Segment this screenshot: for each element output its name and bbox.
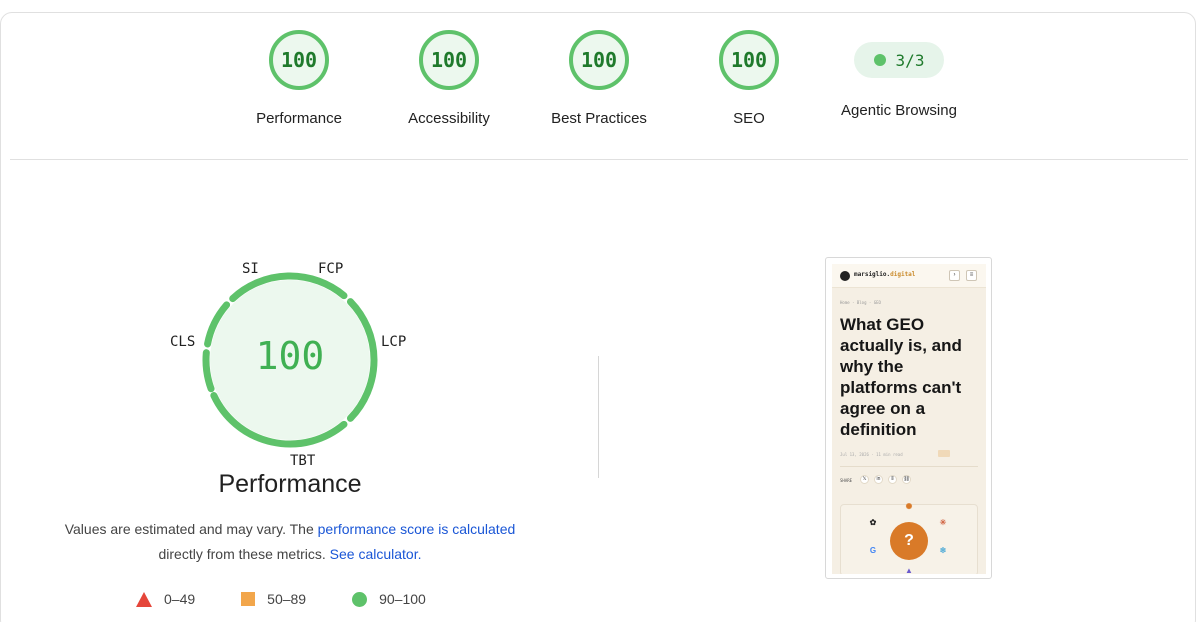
legend-range: 0–49: [164, 591, 196, 607]
category-agentic-browsing[interactable]: 3/3 Agentic Browsing: [829, 30, 969, 119]
article-tag: [938, 450, 950, 457]
pass-dot-icon: [873, 54, 886, 66]
site-header: marsiglio.digital › ≡: [832, 264, 986, 288]
category-accessibility[interactable]: 100 Accessibility: [379, 30, 519, 127]
score-note: Values are estimated and may vary. The p…: [30, 517, 550, 567]
score-calculation-link[interactable]: performance score is calculated: [318, 521, 516, 537]
legend-average: 50–89: [241, 591, 306, 607]
perplexity-icon: ❄: [939, 546, 947, 555]
legend-range: 90–100: [379, 591, 426, 607]
category-label: Performance: [256, 110, 342, 127]
agentic-badge: 3/3: [854, 42, 944, 78]
ai-logo-icon: ✺: [905, 502, 913, 511]
article-headline: What GEO actually is, and why the platfo…: [840, 315, 962, 439]
link-icon: ⛓: [902, 475, 911, 484]
divider: [10, 159, 1188, 160]
arrow-icon: ›: [949, 270, 960, 281]
see-calculator-link[interactable]: See calculator.: [330, 546, 422, 562]
category-performance[interactable]: 100 Performance: [229, 30, 369, 127]
chatgpt-icon: ✿: [869, 518, 877, 527]
vertical-divider: [598, 356, 599, 478]
category-label: Agentic Browsing: [841, 102, 957, 119]
score-ring: 100: [569, 30, 629, 90]
metric-cls[interactable]: CLS: [170, 334, 195, 350]
rule: [840, 466, 978, 467]
brand-main: marsiglio.: [854, 271, 891, 278]
claude-icon: ✳: [939, 518, 947, 527]
question-icon: ?: [890, 522, 928, 560]
note-text-2: directly from these metrics.: [158, 546, 330, 562]
score-legend: 0–49 50–89 90–100: [136, 591, 472, 607]
ai-platforms-illustration: ? ✺ ✿ ✳ G ❄ ▲: [840, 502, 978, 574]
screenshot-page: marsiglio.digital › ≡ Home · Blog · GEO …: [832, 264, 986, 574]
score-ring: 100: [719, 30, 779, 90]
legend-range: 50–89: [267, 591, 307, 607]
share-label: SHARE: [840, 478, 853, 483]
metric-tbt[interactable]: TBT: [290, 453, 315, 469]
site-brand: marsiglio.digital: [854, 271, 915, 278]
metric-si[interactable]: SI: [242, 261, 259, 277]
final-screenshot[interactable]: marsiglio.digital › ≡ Home · Blog · GEO …: [825, 257, 992, 579]
note-text: Values are estimated and may vary. The: [64, 521, 318, 537]
score-ring: 100: [419, 30, 479, 90]
score-ring: 100: [269, 30, 329, 90]
agentic-value: 3/3: [895, 50, 925, 70]
brand-accent: digital: [890, 271, 916, 278]
breadcrumb: Home · Blog · GEO: [840, 300, 881, 305]
site-logo-icon: [840, 271, 850, 281]
performance-title: Performance: [218, 470, 362, 498]
category-label: Accessibility: [408, 110, 490, 127]
article-meta: Jul 13, 2026 · 11 min read: [840, 452, 903, 457]
category-best-practices[interactable]: 100 Best Practices: [529, 30, 669, 127]
x-icon: 𝕏: [860, 475, 869, 484]
triangle-logo-icon: ▲: [905, 566, 913, 574]
square-icon: [241, 592, 256, 606]
category-seo[interactable]: 100 SEO: [679, 30, 819, 127]
menu-icon: ≡: [966, 270, 977, 281]
metric-fcp[interactable]: FCP: [318, 261, 343, 277]
linkedin-icon: in: [874, 475, 883, 484]
metric-lcp[interactable]: LCP: [381, 334, 406, 350]
category-label: SEO: [733, 110, 765, 127]
bluesky-icon: ʬ: [888, 475, 897, 484]
legend-fail: 0–49: [136, 591, 195, 607]
performance-score: 100: [255, 334, 325, 378]
triangle-icon: [136, 591, 152, 607]
category-label: Best Practices: [551, 110, 647, 127]
legend-pass: 90–100: [352, 591, 426, 607]
circle-icon: [352, 591, 368, 607]
google-icon: G: [869, 546, 877, 555]
